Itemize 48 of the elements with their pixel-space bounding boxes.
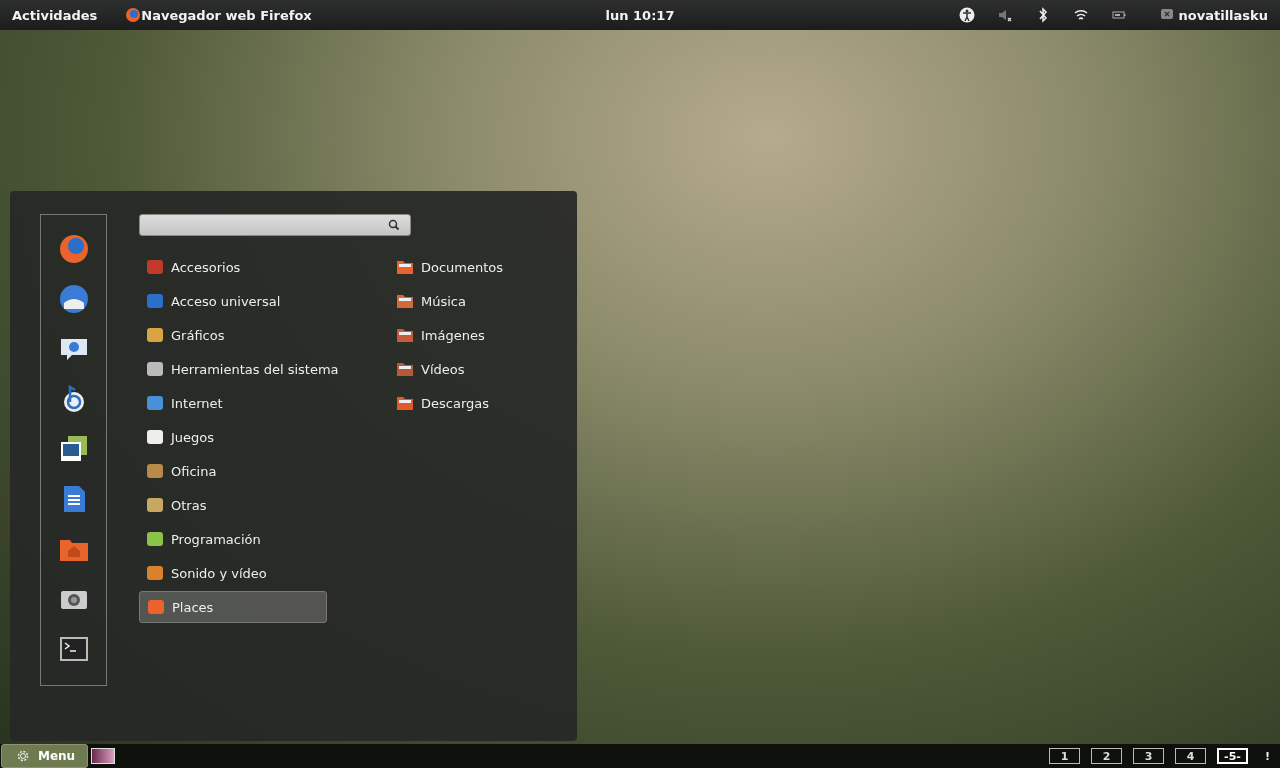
category-icon: [145, 563, 165, 583]
place-item[interactable]: Documentos: [389, 251, 577, 283]
category-item[interactable]: Internet: [139, 387, 327, 419]
category-icon: [146, 597, 166, 617]
category-icon: [145, 529, 165, 549]
search-icon: [388, 219, 400, 231]
category-icon: [145, 495, 165, 515]
category-item[interactable]: Programación: [139, 523, 327, 555]
firefox-icon: [125, 7, 142, 23]
workspace-button[interactable]: 1: [1048, 748, 1080, 764]
menu-button[interactable]: Menu: [1, 744, 89, 768]
wifi-icon[interactable]: [1072, 7, 1089, 23]
category-item[interactable]: Otras: [139, 489, 327, 521]
app-menu-title[interactable]: Navegador web Firefox: [141, 7, 312, 23]
category-icon: [145, 325, 165, 345]
category-item[interactable]: Accesorios: [139, 251, 327, 283]
window-thumbnail[interactable]: [91, 748, 116, 764]
mail-bird-icon[interactable]: [57, 283, 90, 315]
category-item[interactable]: Acceso universal: [139, 285, 327, 317]
category-icon: [145, 393, 165, 413]
clock[interactable]: lun 10:17: [605, 7, 675, 23]
volume-muted-icon[interactable]: [996, 7, 1013, 23]
place-item[interactable]: Música: [389, 285, 577, 317]
notification-indicator[interactable]: !: [1264, 749, 1270, 763]
category-icon: [145, 291, 165, 311]
firefox-icon[interactable]: [57, 233, 90, 265]
user-menu[interactable]: novatillasku: [1178, 7, 1268, 23]
search-field[interactable]: [139, 214, 411, 236]
category-item[interactable]: Gráficos: [139, 319, 327, 351]
category-icon: [145, 461, 165, 481]
category-icon: [145, 257, 165, 277]
category-icon: [145, 359, 165, 379]
category-item[interactable]: Sonido y vídeo: [139, 557, 327, 589]
place-item[interactable]: Descargas: [389, 387, 577, 419]
category-item[interactable]: Juegos: [139, 421, 327, 453]
category-item[interactable]: Herramientas del sistema: [139, 353, 345, 385]
workspace-button[interactable]: 4: [1174, 748, 1206, 764]
category-item[interactable]: Places: [139, 591, 327, 623]
place-item[interactable]: Vídeos: [389, 353, 577, 385]
gear-icon: [16, 749, 30, 763]
workspace-button[interactable]: -5-: [1216, 748, 1248, 764]
place-item[interactable]: Imágenes: [389, 319, 577, 351]
activities-button[interactable]: Actividades: [12, 7, 98, 23]
accessibility-icon[interactable]: [958, 7, 975, 23]
workspace-button[interactable]: 2: [1090, 748, 1122, 764]
category-icon: [145, 427, 165, 447]
category-item[interactable]: Oficina: [139, 455, 327, 487]
workspace-button[interactable]: 3: [1132, 748, 1164, 764]
